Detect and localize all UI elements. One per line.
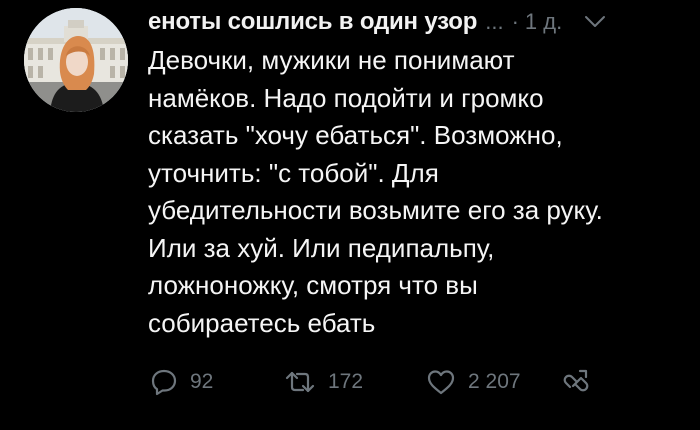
like-count: 2 207 — [468, 370, 521, 393]
avatar[interactable] — [24, 8, 128, 112]
tweet-text-line: ложноножку, смотря что вы — [148, 270, 478, 300]
share-icon — [563, 369, 589, 392]
tweet-text-line: уточнить: "с тобой". Для — [148, 157, 439, 188]
tweet-header: еноты сошлись в один узор ... · 1 д. — [148, 6, 686, 38]
header-separator: · — [511, 9, 519, 34]
reply-count: 92 — [190, 370, 214, 393]
reply-icon — [151, 369, 177, 396]
tweet-text-line: Или за хуй. Или педипальпу, — [148, 232, 495, 263]
retweet-button[interactable]: 172 — [284, 362, 363, 402]
tweet-text-line: Девочки, мужики не понимают — [148, 45, 515, 75]
tweet-text-line: намёков. Надо подойти и громко — [148, 82, 544, 113]
tweet-actions: 92 172 2 207 — [150, 362, 690, 402]
tweet-text-line: собираетесь ебать — [148, 307, 376, 338]
tweet[interactable]: еноты сошлись в один узор ... · 1 д. Дев… — [0, 0, 700, 430]
name-ellipsis: ... — [485, 9, 504, 34]
avatar-photo — [24, 8, 128, 112]
retweet-icon — [285, 371, 315, 393]
reply-button[interactable]: 92 — [150, 362, 213, 402]
like-button[interactable]: 2 207 — [426, 362, 521, 402]
chevron-down-icon[interactable] — [584, 14, 606, 30]
author-display-name[interactable]: еноты сошлись в один узор — [148, 8, 477, 36]
tweet-text: Девочки, мужики не понимают намёков. Над… — [148, 42, 688, 342]
retweet-count: 172 — [328, 370, 364, 393]
tweet-timestamp[interactable]: 1 д. — [525, 9, 562, 35]
tweet-text-line: сказать "хочу ебаться". Возможно, — [148, 120, 563, 150]
share-button[interactable] — [562, 362, 592, 402]
tweet-text-line: убедительности возьмите его за руку. — [148, 195, 603, 225]
heart-icon — [427, 370, 455, 395]
